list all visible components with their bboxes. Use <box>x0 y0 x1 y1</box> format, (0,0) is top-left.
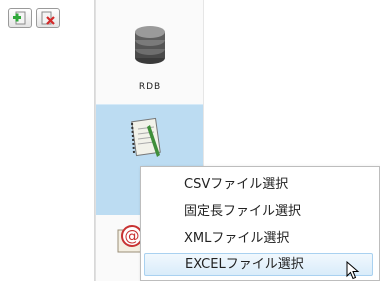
menu-item-excel[interactable]: EXCELファイル選択 <box>144 253 373 276</box>
delete-document-button[interactable] <box>36 8 60 28</box>
right-separator <box>203 0 204 172</box>
menu-item-csv[interactable]: CSVファイル選択 <box>144 173 373 196</box>
menu-item-fixed-length[interactable]: 固定長ファイル選択 <box>144 200 373 223</box>
svg-text:@: @ <box>125 227 140 245</box>
mouse-cursor-icon <box>346 261 360 280</box>
add-document-icon <box>13 11 26 25</box>
toolbar <box>8 8 60 28</box>
delete-document-icon <box>41 11 55 25</box>
menu-item-xml[interactable]: XMLファイル選択 <box>144 227 373 250</box>
database-icon <box>135 26 165 64</box>
file-select-context-menu: CSVファイル選択 固定長ファイル選択 XMLファイル選択 EXCELファイル選… <box>140 166 380 281</box>
source-item-label: RDB <box>138 82 162 92</box>
notebook-file-icon <box>131 117 161 157</box>
add-document-button[interactable] <box>8 8 32 28</box>
source-item-rdb[interactable]: RDB <box>96 0 204 104</box>
